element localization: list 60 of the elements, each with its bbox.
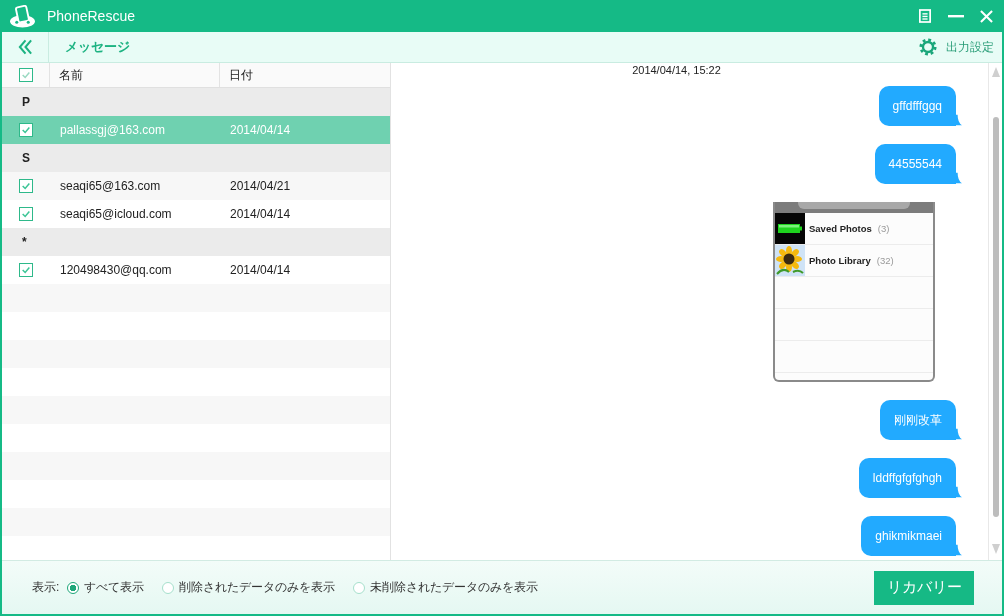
album-name: Photo Library [809, 255, 871, 266]
filter-option[interactable]: 未削除されたデータのみを表示 [353, 579, 539, 596]
checkbox[interactable] [18, 207, 33, 221]
column-header[interactable]: 日付 [229, 66, 253, 84]
photo-count: (3) [877, 223, 890, 234]
filter-label: 表示: [32, 579, 60, 596]
contact-name: seaqi65@163.com [60, 179, 161, 193]
bubble-tail-icon [955, 544, 962, 556]
group-header: S [2, 144, 390, 172]
phone-logo-icon [9, 4, 36, 28]
group-header: P [2, 88, 390, 116]
window-title: PhoneRescue [47, 8, 135, 24]
contact-date: 2014/04/14 [230, 263, 291, 277]
album-name: Saved Photos [809, 223, 872, 234]
bubble-tail-icon [955, 172, 962, 184]
checkbox[interactable] [18, 263, 33, 277]
radio-button[interactable] [162, 581, 175, 594]
checkmark-icon [20, 181, 31, 191]
message-bubble: lddffgfgfghgh [858, 458, 956, 498]
message-bubble: 刚刚改革 [880, 400, 956, 440]
checkbox[interactable] [18, 123, 33, 137]
bubble-tail-icon [955, 428, 962, 440]
scrollbar-track[interactable] [988, 63, 1002, 560]
checkmark-icon [20, 125, 31, 135]
scroll-down-icon[interactable] [991, 544, 1000, 554]
contact-date: 2014/04/21 [230, 179, 291, 193]
filter-option[interactable]: 削除されたデータのみを表示 [162, 579, 336, 596]
contact-name: 120498430@qq.com [60, 263, 172, 277]
photo-count: (32) [876, 255, 894, 266]
sunflower-icon [775, 245, 805, 276]
scroll-up-icon[interactable] [991, 67, 1000, 77]
message-bubble: gffdfffggq [878, 86, 956, 126]
filter-option[interactable]: すべて表示 [67, 579, 145, 596]
select-all-checkbox[interactable] [18, 68, 33, 82]
checkmark-icon [20, 265, 31, 275]
contact-name: seaqi65@icloud.com [60, 207, 172, 221]
checkbox[interactable] [18, 179, 33, 193]
checkmark-icon [20, 209, 31, 219]
close-icon[interactable] [980, 9, 993, 23]
column-header[interactable]: 名前 [59, 66, 83, 84]
contact-date: 2014/04/14 [230, 123, 291, 137]
bubble-tail-icon [955, 486, 962, 498]
message-timestamp: 2014/04/14, 15:22 [632, 64, 721, 77]
contact-name: pallassgj@163.com [60, 123, 165, 137]
radio-button[interactable] [353, 581, 366, 594]
minimize-icon[interactable] [948, 14, 964, 18]
menu-icon[interactable] [919, 9, 931, 23]
battery-icon [775, 213, 805, 244]
contact-date: 2014/04/14 [230, 207, 291, 221]
message-bubble: 44555544 [874, 144, 956, 184]
bubble-tail-icon [955, 114, 962, 126]
contact-row[interactable]: seaqi65@163.com 2014/04/21 [2, 172, 390, 200]
radio-button[interactable] [67, 581, 80, 594]
section-title: メッセージ [65, 38, 130, 56]
message-bubble: ghikmikmaei [861, 516, 956, 556]
group-header: * [2, 228, 390, 256]
back-icon[interactable] [17, 39, 33, 55]
settings-icon [919, 38, 937, 56]
checkmark-icon [20, 70, 31, 80]
scrollbar-thumb[interactable] [992, 117, 999, 517]
